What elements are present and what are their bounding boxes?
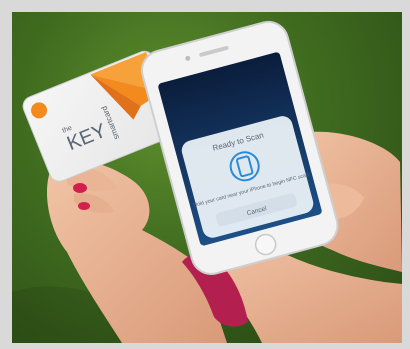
nail-1 bbox=[73, 183, 87, 193]
image-frame: the KEY smartcard Ready to Scan Hold you… bbox=[0, 0, 410, 349]
photo-scene: the KEY smartcard Ready to Scan Hold you… bbox=[12, 20, 402, 343]
photo: the KEY smartcard Ready to Scan Hold you… bbox=[12, 12, 402, 343]
nail-2 bbox=[78, 202, 90, 210]
